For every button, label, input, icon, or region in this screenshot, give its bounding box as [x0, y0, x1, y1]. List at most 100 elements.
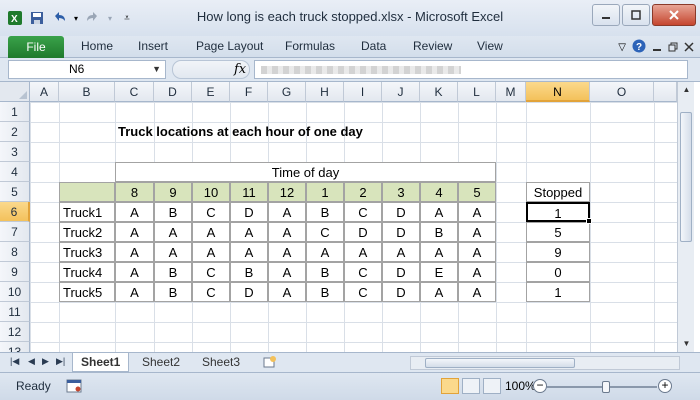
sheet-tab-2[interactable]: Sheet2	[134, 353, 188, 372]
help-icon[interactable]: ?	[632, 39, 646, 56]
column-header-e[interactable]: E	[192, 82, 230, 102]
zoom-in-button[interactable]: +	[658, 379, 672, 393]
hour-header-blank	[59, 182, 115, 202]
horizontal-scroll-thumb[interactable]	[425, 358, 575, 368]
formula-bar: N6 ▼ fx	[0, 58, 700, 82]
scroll-down-icon[interactable]: ▼	[678, 336, 695, 352]
workbook-close-icon[interactable]	[684, 41, 694, 55]
sheet-tabs-bar: |◀ ◀ ▶ ▶| Sheet1 Sheet2 Sheet3	[0, 352, 700, 372]
column-header-f[interactable]: F	[230, 82, 268, 102]
zoom-out-button[interactable]: −	[533, 379, 547, 393]
column-header-g[interactable]: G	[268, 82, 306, 102]
last-sheet-icon[interactable]: ▶|	[56, 356, 65, 367]
close-button[interactable]	[652, 4, 696, 26]
row-header-7[interactable]: 7	[0, 222, 30, 242]
row-header-2[interactable]: 2	[0, 122, 30, 142]
prev-sheet-icon[interactable]: ◀	[28, 356, 35, 367]
stopped-value[interactable]: 0	[526, 262, 590, 282]
hour-header: 1	[306, 182, 344, 202]
stopped-value[interactable]: 1	[526, 282, 590, 302]
tab-review[interactable]: Review	[413, 39, 452, 53]
location-cell: A	[115, 282, 154, 302]
macro-record-icon[interactable]	[66, 379, 82, 396]
column-header-d[interactable]: D	[154, 82, 192, 102]
column-header-i[interactable]: I	[344, 82, 382, 102]
fill-handle[interactable]	[586, 218, 592, 224]
column-header-h[interactable]: H	[306, 82, 344, 102]
active-cell-n6[interactable]: 1	[526, 202, 590, 222]
name-box[interactable]: N6 ▼	[8, 60, 166, 79]
column-header-k[interactable]: K	[420, 82, 458, 102]
column-header-m[interactable]: M	[496, 82, 526, 102]
row-header-5[interactable]: 5	[0, 182, 30, 202]
location-cell: C	[344, 262, 382, 282]
window-controls	[592, 4, 696, 26]
location-cell: A	[230, 222, 268, 242]
restore-button[interactable]	[622, 4, 650, 26]
insert-sheet-icon[interactable]	[262, 355, 276, 371]
location-cell: A	[458, 242, 496, 262]
location-cell: A	[192, 242, 230, 262]
workbook-restore-icon[interactable]	[668, 41, 678, 55]
row-header-8[interactable]: 8	[0, 242, 30, 262]
stopped-value[interactable]: 9	[526, 242, 590, 262]
zoom-level[interactable]: 100%	[505, 379, 536, 393]
location-cell: A	[268, 282, 306, 302]
next-sheet-icon[interactable]: ▶	[42, 356, 49, 367]
sheet-tab-1[interactable]: Sheet1	[72, 353, 130, 372]
tab-page-layout[interactable]: Page Layout	[196, 39, 263, 53]
location-cell: A	[420, 282, 458, 302]
scroll-up-icon[interactable]: ▲	[678, 82, 695, 98]
worksheet-grid[interactable]: ABCDEFGHIJKLMNO12345678910111213Truck lo…	[0, 82, 700, 362]
column-header-b[interactable]: B	[59, 82, 115, 102]
horizontal-scrollbar[interactable]	[410, 356, 680, 370]
row-header-10[interactable]: 10	[0, 282, 30, 302]
select-all-corner[interactable]	[0, 82, 30, 102]
location-cell: A	[192, 222, 230, 242]
location-cell: A	[382, 242, 420, 262]
column-header-n[interactable]: N	[526, 82, 590, 102]
insert-function-icon[interactable]: fx	[234, 62, 246, 77]
row-header-4[interactable]: 4	[0, 162, 30, 182]
location-cell: C	[344, 202, 382, 222]
column-header-j[interactable]: J	[382, 82, 420, 102]
page-break-view-button[interactable]	[483, 378, 501, 394]
column-header-a[interactable]: A	[30, 82, 59, 102]
stopped-value[interactable]: 5	[526, 222, 590, 242]
workbook-minimize-icon[interactable]	[652, 41, 662, 55]
row-header-6[interactable]: 6	[0, 202, 30, 222]
location-cell: A	[115, 262, 154, 282]
location-cell: D	[230, 282, 268, 302]
zoom-slider-knob[interactable]	[602, 381, 610, 393]
tab-view[interactable]: View	[477, 39, 503, 53]
row-header-1[interactable]: 1	[0, 102, 30, 122]
row-header-11[interactable]: 11	[0, 302, 30, 322]
row-header-12[interactable]: 12	[0, 322, 30, 342]
column-header-c[interactable]: C	[115, 82, 154, 102]
row-header-3[interactable]: 3	[0, 142, 30, 162]
normal-view-button[interactable]	[441, 378, 459, 394]
hour-header: 8	[115, 182, 154, 202]
vertical-scroll-thumb[interactable]	[680, 112, 692, 242]
page-layout-view-button[interactable]	[462, 378, 480, 394]
ribbon-tabs: File Home Insert Page Layout Formulas Da…	[0, 36, 700, 58]
first-sheet-icon[interactable]: |◀	[10, 356, 19, 367]
row-header-9[interactable]: 9	[0, 262, 30, 282]
column-header-l[interactable]: L	[458, 82, 496, 102]
location-cell: B	[306, 282, 344, 302]
svg-text:?: ?	[636, 42, 642, 53]
minimize-button[interactable]	[592, 4, 620, 26]
file-tab[interactable]: File	[8, 36, 64, 58]
tab-data[interactable]: Data	[361, 39, 386, 53]
sheet-tab-3[interactable]: Sheet3	[194, 353, 248, 372]
formula-input[interactable]	[254, 60, 688, 79]
location-cell: B	[420, 222, 458, 242]
name-box-dropdown-icon[interactable]: ▼	[152, 61, 161, 78]
vertical-scrollbar[interactable]: ▲ ▼	[677, 82, 694, 352]
tab-home[interactable]: Home	[81, 39, 113, 53]
column-header-o[interactable]: O	[590, 82, 654, 102]
minimize-ribbon-icon[interactable]: ▽	[618, 42, 626, 53]
tab-insert[interactable]: Insert	[138, 39, 168, 53]
zoom-slider[interactable]	[547, 381, 657, 393]
tab-formulas[interactable]: Formulas	[285, 39, 335, 53]
